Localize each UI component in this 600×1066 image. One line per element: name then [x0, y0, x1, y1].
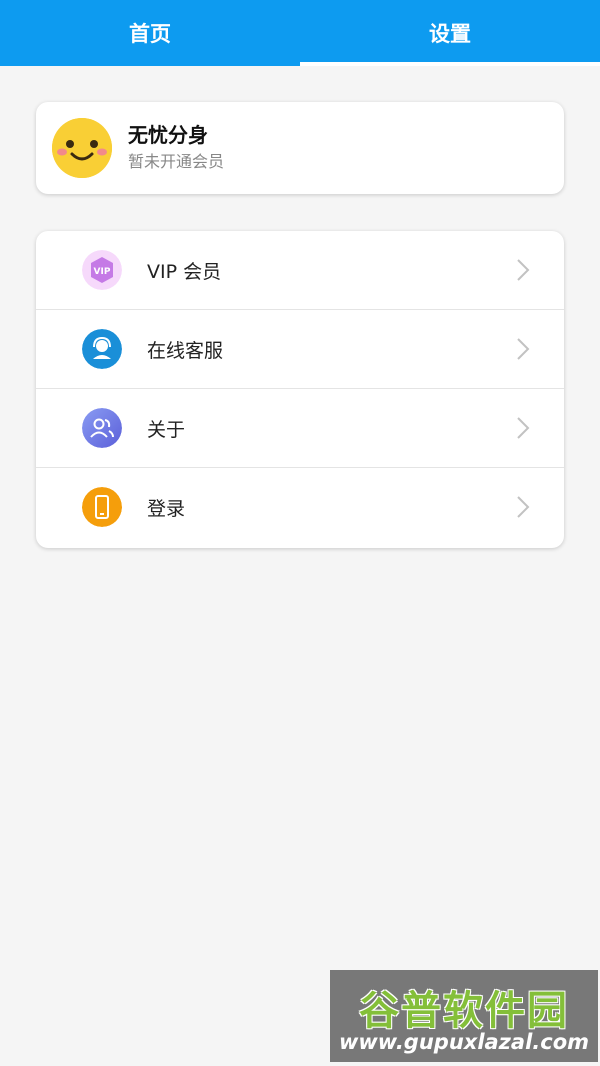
settings-menu: VIP VIP 会员 在线客服 关于 登录	[36, 231, 564, 548]
tab-settings[interactable]: 设置	[300, 0, 600, 66]
tab-home[interactable]: 首页	[0, 0, 300, 66]
menu-label-vip: VIP 会员	[147, 260, 222, 283]
menu-label-about: 关于	[147, 418, 186, 441]
menu-label-login: 登录	[147, 498, 186, 520]
menu-item-customer-service[interactable]: 在线客服	[36, 310, 564, 389]
smiley-face-icon	[52, 118, 112, 178]
profile-name: 无忧分身	[128, 123, 208, 147]
menu-item-vip[interactable]: VIP VIP 会员	[36, 231, 564, 310]
chevron-right-icon	[517, 496, 530, 518]
menu-item-login[interactable]: 登录	[36, 468, 564, 547]
chevron-right-icon	[517, 417, 530, 439]
watermark-brand: 谷普软件园	[359, 988, 569, 1034]
menu-label-customer-service: 在线客服	[147, 339, 224, 362]
vip-badge-icon: VIP	[82, 250, 122, 290]
customer-service-icon	[82, 329, 122, 369]
watermark-url: www.gupuxlazal.com	[338, 1030, 590, 1054]
phone-icon	[82, 487, 122, 527]
site-watermark: 谷普软件园 www.gupuxlazal.com	[330, 970, 598, 1062]
profile-card[interactable]: 无忧分身 暂未开通会员	[36, 102, 564, 194]
tab-home-label: 首页	[129, 22, 171, 46]
top-tab-bar: 首页 设置	[0, 0, 600, 66]
chevron-right-icon	[517, 259, 530, 281]
people-icon	[82, 408, 122, 448]
menu-item-about[interactable]: 关于	[36, 389, 564, 468]
svg-text:VIP: VIP	[94, 267, 111, 277]
tab-settings-label: 设置	[429, 22, 471, 46]
chevron-right-icon	[517, 338, 530, 360]
membership-status: 暂未开通会员	[128, 152, 225, 171]
active-tab-indicator	[300, 62, 600, 66]
